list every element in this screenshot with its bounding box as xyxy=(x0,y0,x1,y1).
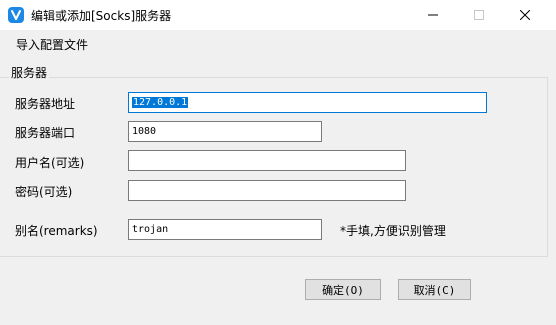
password-input[interactable] xyxy=(128,180,406,201)
minimize-button[interactable] xyxy=(410,0,456,30)
maximize-button[interactable] xyxy=(456,0,502,30)
title-bar[interactable]: 编辑或添加[Socks]服务器 xyxy=(0,0,556,30)
close-icon xyxy=(520,10,530,20)
close-button[interactable] xyxy=(502,0,548,30)
username-input[interactable] xyxy=(128,150,406,171)
groupbox-title: 服务器 xyxy=(9,64,50,81)
ok-button[interactable]: 确定(O) xyxy=(305,279,381,300)
maximize-icon xyxy=(474,10,484,20)
menu-bar: 导入配置文件 xyxy=(0,30,556,56)
server-port-label: 服务器端口 xyxy=(15,126,76,140)
menu-import-config[interactable]: 导入配置文件 xyxy=(16,36,88,53)
minimize-icon xyxy=(428,14,438,16)
remarks-label: 别名(remarks) xyxy=(15,224,98,238)
password-label: 密码(可选) xyxy=(15,185,73,199)
app-logo-icon xyxy=(8,7,24,23)
remarks-hint: *手填,方便识别管理 xyxy=(340,224,446,238)
username-label: 用户名(可选) xyxy=(15,156,85,170)
remarks-input[interactable]: trojan xyxy=(128,219,322,240)
cancel-button[interactable]: 取消(C) xyxy=(398,279,471,300)
window-title: 编辑或添加[Socks]服务器 xyxy=(31,9,172,23)
server-address-input[interactable]: 127.0.0.1 xyxy=(128,92,487,113)
server-port-input[interactable]: 1080 xyxy=(128,121,322,142)
server-address-value: 127.0.0.1 xyxy=(132,97,189,108)
server-address-label: 服务器地址 xyxy=(15,97,76,111)
dialog-window: 编辑或添加[Socks]服务器 导入配置文件 服务器 服务器地址 127.0.0… xyxy=(0,0,556,325)
